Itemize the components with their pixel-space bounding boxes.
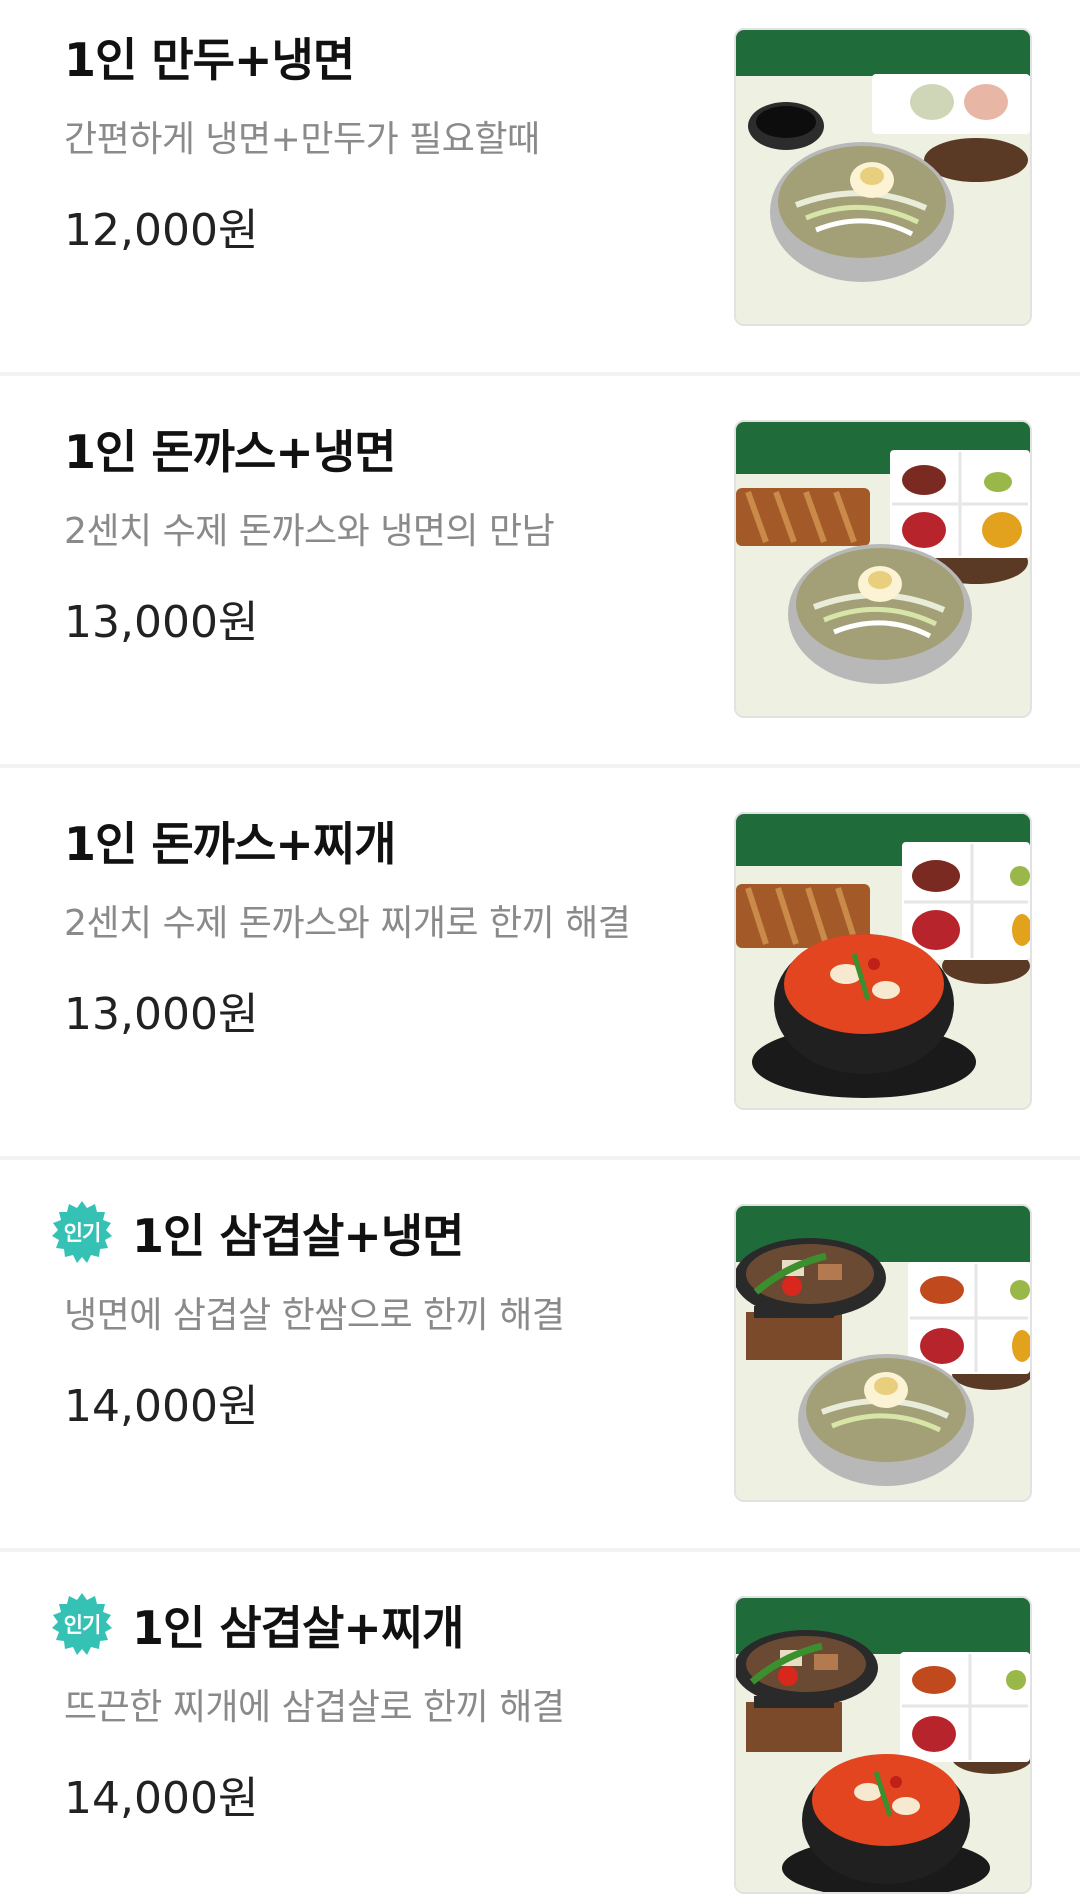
menu-item-description: 뜨끈한 찌개에 삼겹살로 한끼 해결 [64, 1687, 565, 1728]
menu-item-header: 인기 1인 삼겹살+냉면 [52, 1201, 704, 1264]
badge-label: 인기 [63, 1221, 102, 1245]
menu-item-text: 인기 1인 삼겹살+찌개 뜨끈한 찌개에 삼겹살로 한끼 해결 14,000원 [52, 1593, 704, 1826]
badge-label: 인기 [63, 1613, 102, 1637]
menu-item-name: 1인 만두+냉면 [64, 33, 355, 87]
menu-item-text: 1인 돈까스+찌개 2센치 수제 돈까스와 찌개로 한끼 해결 13,000원 [64, 810, 704, 1042]
menu-item-donkatsu-naengmyeon[interactable]: 1인 돈까스+냉면 2센치 수제 돈까스와 냉면의 만남 13,000원 [0, 392, 1080, 780]
menu-item-text: 인기 1인 삼겹살+냉면 냉면에 삼겹살 한쌈으로 한끼 해결 14,000원 [52, 1201, 704, 1434]
menu-item-donkatsu-jjigae[interactable]: 1인 돈까스+찌개 2센치 수제 돈까스와 찌개로 한끼 해결 13,000원 [0, 784, 1080, 1172]
menu-item-description: 2센치 수제 돈까스와 찌개로 한끼 해결 [64, 903, 631, 944]
popular-badge: 인기 [48, 1199, 116, 1267]
menu-item-description: 냉면에 삼겹살 한쌈으로 한끼 해결 [64, 1295, 565, 1336]
divider [0, 372, 1080, 376]
menu-item-price: 14,000원 [64, 1381, 259, 1432]
menu-item-photo[interactable] [734, 1596, 1032, 1894]
menu-item-price: 13,000원 [64, 989, 259, 1040]
divider [0, 1156, 1080, 1160]
menu-item-price: 13,000원 [64, 597, 259, 648]
menu-item-samgyeopsal-jjigae[interactable]: 인기 1인 삼겹살+찌개 뜨끈한 찌개에 삼겹살로 한끼 해결 14,000원 [0, 1568, 1080, 1902]
menu-item-samgyeopsal-naengmyeon[interactable]: 인기 1인 삼겹살+냉면 냉면에 삼겹살 한쌈으로 한끼 해결 14,000원 [0, 1176, 1080, 1564]
menu-list: 1인 만두+냉면 간편하게 냉면+만두가 필요할때 12,000원 1인 돈까스… [0, 0, 1080, 1902]
divider [0, 764, 1080, 768]
menu-item-mandu-naengmyeon[interactable]: 1인 만두+냉면 간편하게 냉면+만두가 필요할때 12,000원 [0, 0, 1080, 388]
divider [0, 1548, 1080, 1552]
menu-item-description: 간편하게 냉면+만두가 필요할때 [64, 119, 540, 160]
menu-item-photo[interactable] [734, 812, 1032, 1110]
popular-badge: 인기 [48, 1591, 116, 1659]
menu-item-price: 12,000원 [64, 205, 259, 256]
menu-item-text: 1인 돈까스+냉면 2센치 수제 돈까스와 냉면의 만남 13,000원 [64, 418, 704, 650]
menu-item-photo[interactable] [734, 1204, 1032, 1502]
menu-item-photo[interactable] [734, 28, 1032, 326]
menu-item-header: 1인 돈까스+냉면 [64, 418, 704, 480]
menu-item-name: 1인 돈까스+냉면 [64, 425, 396, 479]
menu-item-text: 1인 만두+냉면 간편하게 냉면+만두가 필요할때 12,000원 [64, 26, 704, 258]
menu-item-description: 2센치 수제 돈까스와 냉면의 만남 [64, 511, 555, 552]
menu-item-header: 인기 1인 삼겹살+찌개 [52, 1593, 704, 1656]
menu-item-name: 1인 삼겹살+찌개 [132, 1601, 464, 1655]
menu-item-name: 1인 삼겹살+냉면 [132, 1209, 464, 1263]
menu-item-price: 14,000원 [64, 1773, 259, 1824]
menu-item-name: 1인 돈까스+찌개 [64, 817, 396, 871]
menu-item-photo[interactable] [734, 420, 1032, 718]
menu-item-header: 1인 만두+냉면 [64, 26, 704, 88]
menu-item-header: 1인 돈까스+찌개 [64, 810, 704, 872]
